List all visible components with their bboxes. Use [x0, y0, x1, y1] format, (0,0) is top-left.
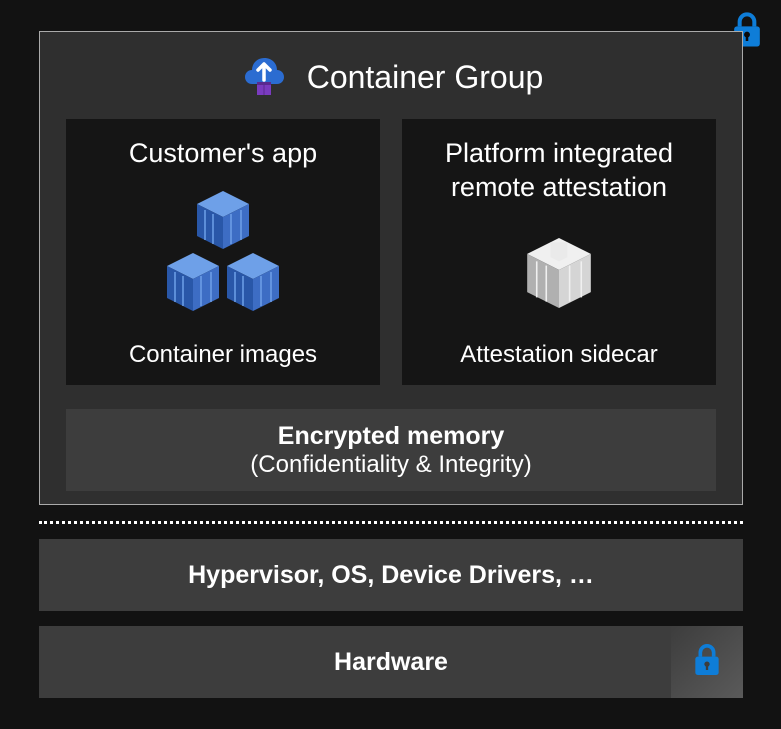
containers-row: Customer's app [40, 119, 742, 385]
encrypted-memory: Encrypted memory (Confidentiality & Inte… [66, 409, 716, 491]
attestation-sidecar-icon [524, 213, 594, 334]
attestation-title: Platform integrated remote attestation [445, 137, 673, 205]
container-group-title: Container Group [307, 59, 544, 96]
lock-icon [687, 640, 727, 685]
trust-boundary-divider [39, 521, 743, 524]
hypervisor-label: Hypervisor, OS, Device Drivers, … [188, 561, 594, 590]
encrypted-memory-subtitle: (Confidentiality & Integrity) [250, 451, 531, 479]
hardware-lock-badge [671, 626, 743, 698]
hardware-layer: Hardware [39, 626, 743, 698]
container-group-header: Container Group [40, 32, 742, 119]
customer-app-box: Customer's app [66, 119, 380, 385]
attestation-box: Platform integrated remote attestation A… [402, 119, 716, 385]
container-images-icon [153, 179, 293, 333]
encrypted-memory-title: Encrypted memory [278, 422, 504, 451]
cloud-upload-icon [239, 50, 289, 105]
hypervisor-layer: Hypervisor, OS, Device Drivers, … [39, 539, 743, 611]
customer-app-title: Customer's app [129, 137, 317, 171]
attestation-caption: Attestation sidecar [460, 341, 657, 369]
container-group: Container Group Customer's app [39, 31, 743, 505]
hardware-label: Hardware [334, 648, 448, 677]
customer-app-caption: Container images [129, 341, 317, 369]
